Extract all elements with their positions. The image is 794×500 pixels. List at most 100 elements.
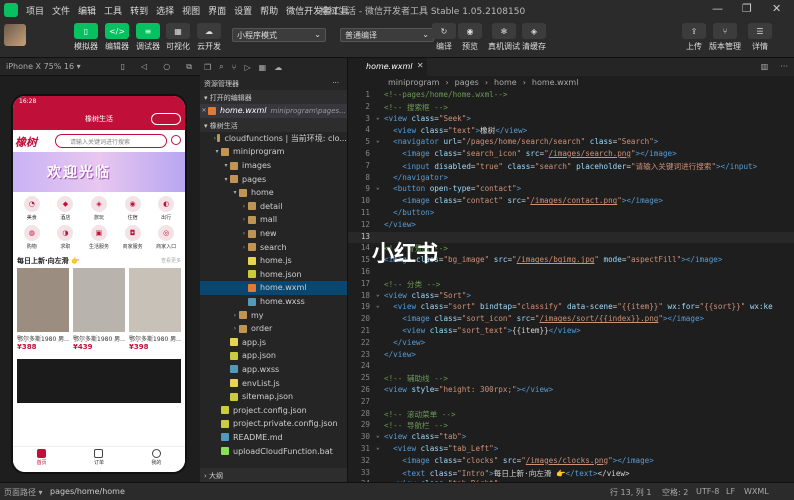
fold-icon[interactable]: ⌄ — [376, 184, 384, 196]
line-ending[interactable]: LF — [726, 487, 735, 496]
fold-icon[interactable] — [376, 468, 384, 480]
fold-icon[interactable] — [376, 102, 384, 114]
close-icon[interactable]: ✕ — [200, 107, 208, 114]
capsule-menu-icon[interactable] — [151, 113, 181, 125]
breadcrumb-item[interactable]: miniprogram — [388, 78, 439, 90]
product-card[interactable]: 鄂尔多斯1980 男... ¥388 — [17, 268, 69, 351]
editor-button[interactable]: </> 编辑器 — [105, 23, 129, 52]
cloud-button[interactable]: ☁ 云开发 — [197, 23, 221, 52]
fold-icon[interactable] — [376, 90, 384, 102]
breadcrumb-item[interactable]: home.wxml — [532, 78, 579, 90]
category-item[interactable]: ◔ 美食 — [15, 196, 49, 221]
device-select[interactable]: iPhone X 75% 16 ▾ — [6, 62, 81, 71]
fold-icon[interactable] — [376, 373, 384, 385]
open-editors-section[interactable]: ▾ 打开的编辑器 — [200, 90, 347, 104]
fold-icon[interactable] — [376, 338, 384, 350]
breadcrumb-item[interactable]: pages — [455, 78, 479, 90]
compile-button[interactable]: ↻ 编译 — [432, 23, 456, 52]
cloud-icon[interactable]: ☁ — [274, 63, 282, 72]
split-editor-icon[interactable]: ▥ — [755, 58, 775, 76]
category-item[interactable]: ◈ 旅玩 — [82, 196, 116, 221]
category-item[interactable]: ◉ 住宿 — [116, 196, 150, 221]
source-control-icon[interactable]: ⑂ — [232, 63, 237, 72]
more-icon[interactable]: ··· — [774, 58, 794, 76]
open-editor-item[interactable]: ✕ home.wxml miniprogram\pages... — [200, 104, 347, 118]
menu-item[interactable]: 文件 — [48, 4, 74, 17]
file-item[interactable]: home.wxml — [200, 281, 347, 295]
folder-item[interactable]: ▾ images — [200, 159, 347, 173]
simulator-button[interactable]: ▯ 模拟器 — [74, 23, 98, 52]
tab-mine[interactable]: 我的 — [128, 447, 185, 472]
maximize-icon[interactable]: ❐ — [742, 2, 752, 15]
fold-icon[interactable]: ⌄ — [376, 137, 384, 149]
file-item[interactable]: home.wxss — [200, 295, 347, 309]
fold-icon[interactable] — [376, 397, 384, 409]
close-icon[interactable]: ✕ — [417, 61, 424, 70]
fold-icon[interactable] — [376, 279, 384, 291]
file-item[interactable]: envList.js — [200, 376, 347, 390]
files-icon[interactable]: ❐ — [204, 63, 211, 72]
menu-item[interactable]: 项目 — [22, 4, 48, 17]
debugger-button[interactable]: ≡ 调试器 — [136, 23, 160, 52]
category-item[interactable]: ◑ 求职 — [49, 225, 83, 250]
project-section[interactable]: ▾ 橡树生活 — [200, 117, 347, 132]
fold-icon[interactable]: ⌄ — [376, 291, 384, 303]
menu-item[interactable]: 设置 — [230, 4, 256, 17]
fold-icon[interactable]: ⌄ — [376, 302, 384, 314]
home-icon[interactable]: ○ — [163, 62, 170, 71]
hot-more-link[interactable]: 查看更多 — [161, 257, 181, 264]
contact-icon[interactable] — [171, 135, 181, 145]
extensions-icon[interactable]: ▦ — [259, 63, 267, 72]
menu-item[interactable]: 选择 — [152, 4, 178, 17]
details-button[interactable]: ☰ 详情 — [748, 23, 772, 52]
fold-icon[interactable] — [376, 173, 384, 185]
close-icon[interactable]: ✕ — [772, 2, 781, 15]
minimize-icon[interactable]: — — [712, 2, 723, 15]
fold-icon[interactable]: ⌄ — [376, 432, 384, 444]
code-area[interactable]: 1 <!--pages/home/home.wxml--> 2 <!-- 搜索框 --… — [348, 90, 794, 491]
category-item[interactable]: ◐ 出行 — [149, 196, 183, 221]
fold-icon[interactable] — [376, 456, 384, 468]
category-item[interactable]: ◆ 酒店 — [49, 196, 83, 221]
file-item[interactable]: project.private.config.json — [200, 417, 347, 431]
tab-orders[interactable]: 订单 — [70, 447, 127, 472]
indent-setting[interactable]: 空格: 2 — [662, 487, 688, 498]
category-item[interactable]: ◘ 商家服务 — [116, 225, 150, 250]
folder-item[interactable]: › cloudfunctions | 当前环境: clo... — [200, 132, 347, 146]
volume-icon[interactable]: ◁ — [141, 62, 147, 71]
mode-select[interactable]: 小程序模式 ⌄ — [232, 28, 326, 42]
tab-home-wxml[interactable]: home.wxml ✕ — [348, 58, 427, 76]
banner[interactable]: 欢迎光临 — [13, 152, 185, 192]
fold-icon[interactable] — [376, 220, 384, 232]
breadcrumb-item[interactable]: home — [494, 78, 517, 90]
more-icon[interactable]: ··· — [332, 79, 339, 87]
search-input[interactable]: 请输入关键词进行搜索 — [55, 134, 167, 148]
file-item[interactable]: home.json — [200, 268, 347, 282]
fold-icon[interactable] — [376, 326, 384, 338]
folder-item[interactable]: › order — [200, 322, 347, 336]
menu-item[interactable]: 工具 — [100, 4, 126, 17]
folder-item[interactable]: › new — [200, 227, 347, 241]
product-card[interactable]: 鄂尔多斯1980 男... ¥398 — [129, 268, 181, 351]
folder-item[interactable]: › mall — [200, 213, 347, 227]
fold-icon[interactable] — [376, 409, 384, 421]
menu-item[interactable]: 界面 — [204, 4, 230, 17]
fold-icon[interactable] — [376, 196, 384, 208]
file-item[interactable]: home.js — [200, 254, 347, 268]
category-item[interactable]: ▣ 生活服务 — [82, 225, 116, 250]
version-button[interactable]: ⑂ 版本管理 — [709, 23, 741, 52]
fold-icon[interactable] — [376, 420, 384, 432]
folder-item[interactable]: ▾ home — [200, 186, 347, 200]
menu-item[interactable]: 帮助 — [256, 4, 282, 17]
file-item[interactable]: app.json — [200, 349, 347, 363]
file-item[interactable]: uploadCloudFunction.bat — [200, 444, 347, 458]
fold-icon[interactable] — [376, 385, 384, 397]
preview-button[interactable]: ◉ 预览 — [458, 23, 482, 52]
language-mode[interactable]: WXML — [744, 487, 769, 496]
folder-item[interactable]: ▾ miniprogram — [200, 145, 347, 159]
rotate-icon[interactable]: ▯ — [121, 62, 125, 71]
fold-icon[interactable] — [376, 361, 384, 373]
visual-button[interactable]: ▦ 可视化 — [166, 23, 190, 52]
popout-icon[interactable]: ⧉ — [186, 62, 192, 72]
fold-icon[interactable] — [376, 149, 384, 161]
